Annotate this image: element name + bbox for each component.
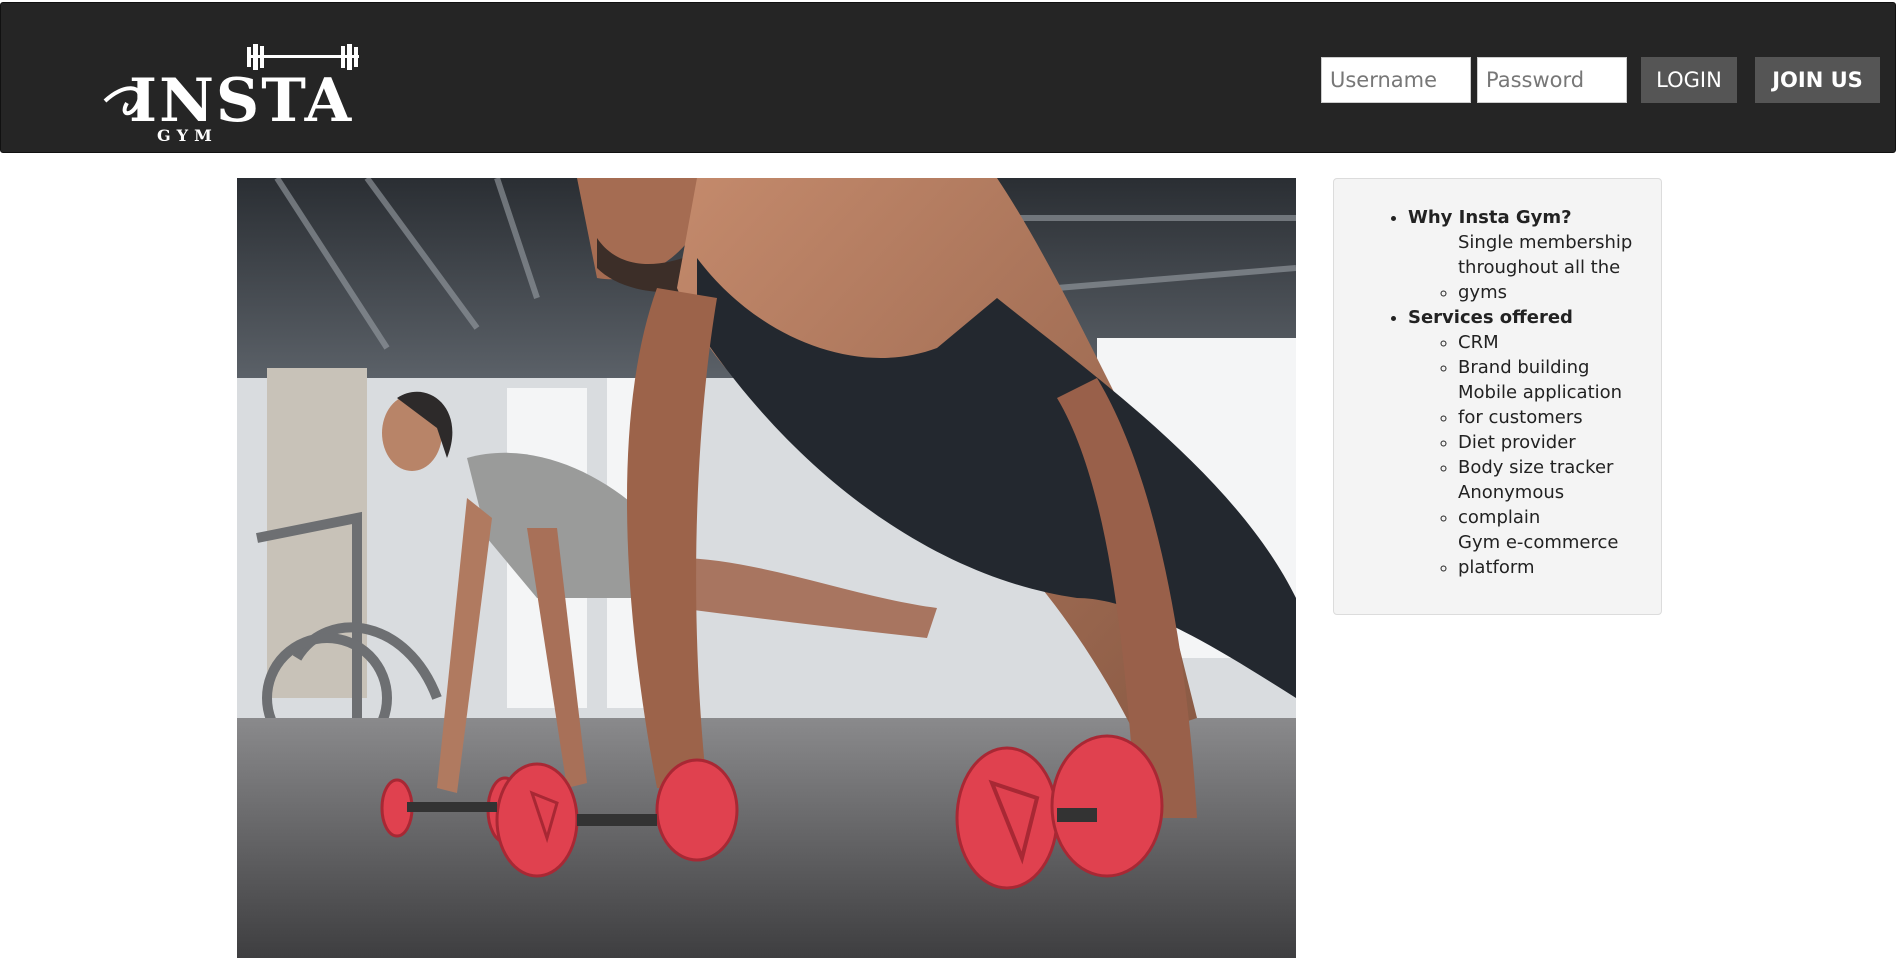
section-title: Why Insta Gym? [1408,207,1572,228]
password-input[interactable] [1477,57,1627,103]
join-us-button[interactable]: JOIN US [1755,57,1880,103]
info-sidebar: Why Insta Gym? Single membership through… [1333,178,1662,615]
sidebar-list: Why Insta Gym? Single membership through… [1334,179,1661,580]
insta-gym-logo[interactable]: INSTA GYM [99,43,384,143]
section-services-offered: Services offered CRM Brand building Mobi… [1408,305,1651,580]
username-input[interactable] [1321,57,1471,103]
login-button[interactable]: LOGIN [1641,57,1737,103]
logo-sub-text: GYM [157,126,218,143]
list-item: CRM [1458,330,1651,355]
list-item: Mobile application for customers [1458,380,1651,430]
section-why-insta-gym: Why Insta Gym? Single membership through… [1408,205,1651,305]
list-item: Brand building [1458,355,1651,380]
section-title: Services offered [1408,307,1573,328]
list-item: Anonymous complain [1458,480,1651,530]
list-item: Body size tracker [1458,455,1651,480]
list-item: Gym e-commerce platform [1458,530,1651,580]
list-item: Single membership throughout all the gym… [1458,230,1651,305]
hero-gym-photo [237,178,1296,958]
top-navbar: INSTA GYM LOGIN JOIN US [0,2,1896,153]
list-item: Diet provider [1458,430,1651,455]
